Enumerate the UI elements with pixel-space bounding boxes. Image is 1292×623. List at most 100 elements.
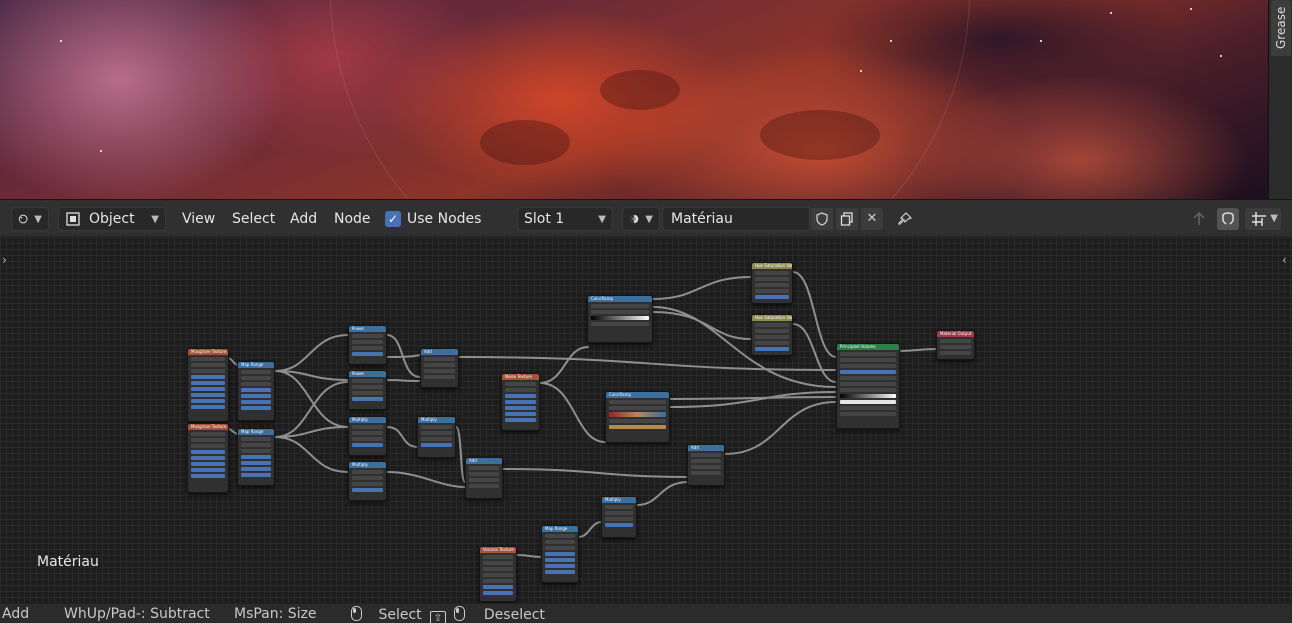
musgrave-texture-node[interactable]: Musgrave Texture (187, 423, 229, 493)
use-nodes-toggle[interactable]: ✓ Use Nodes (385, 207, 481, 231)
multiply-node[interactable]: Multiply (348, 416, 387, 456)
snap-icon[interactable] (1217, 208, 1239, 230)
close-icon[interactable]: ✕ (861, 208, 883, 230)
render-viewport[interactable] (0, 0, 1268, 199)
colorramp-node[interactable]: ColorRamp (587, 295, 653, 343)
voronoi-texture-node[interactable]: Voronoi Texture (479, 546, 517, 602)
overlay-icon[interactable]: ▼ (1245, 208, 1281, 230)
hue-saturation-value-node[interactable]: Hue Saturation Value (751, 314, 793, 356)
multiply-node[interactable]: Multiply (417, 416, 456, 458)
parent-node-tree-icon[interactable] (1188, 208, 1210, 230)
star (860, 70, 862, 72)
sidebar-tabs: Grease (1268, 0, 1292, 199)
material-name: Matériau (671, 211, 733, 227)
pin-icon[interactable] (894, 208, 916, 230)
multiply-node[interactable]: Multiply (348, 461, 387, 501)
menu-view[interactable]: View (176, 207, 221, 231)
star (1040, 40, 1042, 42)
shield-icon[interactable] (811, 208, 833, 230)
use-nodes-label: Use Nodes (407, 211, 482, 227)
chevron-down-icon: ▼ (598, 213, 606, 225)
nebula-shadow (600, 70, 680, 110)
node-title: Voronoi Texture (480, 547, 516, 553)
map-range-node[interactable]: Map Range (237, 428, 275, 486)
node-title: Principled Volume (837, 344, 899, 350)
node-title: Add (688, 445, 724, 451)
material-name-field[interactable]: Matériau (662, 207, 810, 231)
slot-dropdown[interactable]: Slot 1 ▼ (517, 207, 613, 231)
node-title: ColorRamp (588, 296, 652, 302)
chevron-down-icon: ▼ (151, 213, 159, 225)
material-sphere-icon (629, 214, 639, 224)
object-mode-dropdown[interactable]: Object ▼ (58, 207, 166, 231)
duplicate-icon[interactable] (836, 208, 858, 230)
star (100, 150, 102, 152)
node-editor-header: ▼ Object ▼ View Select Add Node ✓ Use No… (0, 199, 1292, 237)
node-title: Multiply (349, 417, 386, 423)
power-node[interactable]: Power (348, 370, 387, 410)
star (1220, 55, 1222, 57)
object-mode-label: Object (89, 211, 135, 227)
node-title: Musgrave Texture (188, 424, 228, 430)
menu-select[interactable]: Select (226, 207, 281, 231)
nebula-shadow (760, 110, 880, 160)
menu-node[interactable]: Node (328, 207, 377, 231)
hue-saturation-value-node[interactable]: Hue Saturation Value (751, 262, 793, 304)
node-title: Musgrave Texture (188, 349, 228, 355)
node-title: Noise Texture (502, 374, 539, 380)
status-deselect: ⇧ Deselect (430, 606, 545, 623)
principled-volume-node[interactable]: Principled Volume (836, 343, 900, 429)
chevron-down-icon: ▼ (1270, 213, 1278, 224)
node-title: Power (349, 326, 386, 332)
star (60, 40, 62, 42)
status-select: Select (351, 606, 422, 623)
material-browse-dropdown[interactable]: ▼ (622, 207, 660, 231)
status-wheel: WhUp/Pad-: Subtract (64, 606, 210, 622)
material-output-node[interactable]: Material Output (936, 330, 975, 360)
noise-texture-node[interactable]: Noise Texture (501, 373, 540, 431)
map-range-node[interactable]: Map Range (237, 361, 275, 421)
node-title: Hue Saturation Value (752, 263, 792, 269)
object-icon (66, 212, 80, 226)
node-title: Multiply (602, 497, 636, 503)
node-title: ColorRamp (606, 392, 669, 398)
status-add: Add (2, 606, 30, 622)
node-title: Material Output (937, 331, 974, 337)
node-title: Hue Saturation Value (752, 315, 792, 321)
shift-key-icon: ⇧ (430, 611, 446, 623)
status-bar: Add WhUp/Pad-: Subtract MsPan: Size Sele… (0, 603, 1292, 623)
node-title: Add (466, 458, 502, 464)
slot-label: Slot 1 (524, 211, 565, 227)
star (1110, 12, 1112, 14)
editor-type-dropdown[interactable]: ▼ (11, 207, 49, 231)
musgrave-texture-node[interactable]: Musgrave Texture (187, 348, 229, 422)
material-name-overlay: Matériau (37, 554, 99, 570)
add-node[interactable]: Add (465, 457, 503, 499)
node-title: Multiply (418, 417, 455, 423)
node-title: Map Range (238, 429, 274, 435)
sidebar-expand-icon[interactable]: ‹ (1282, 253, 1287, 267)
status-pan: MsPan: Size (234, 606, 317, 622)
tab-grease[interactable]: Grease (1271, 0, 1291, 56)
add-node[interactable]: Add (420, 348, 459, 388)
power-node[interactable]: Power (348, 325, 387, 365)
node-title: Map Range (542, 526, 578, 532)
colorramp-node[interactable]: ColorRamp (605, 391, 670, 443)
nebula-shadow (480, 120, 570, 165)
node-editor-canvas[interactable]: Musgrave Texture Musgrave Texture Map Ra… (0, 237, 1292, 603)
menu-add[interactable]: Add (284, 207, 323, 231)
mouse-left-icon (351, 606, 362, 621)
node-title: Power (349, 371, 386, 377)
multiply-node[interactable]: Multiply (601, 496, 637, 538)
star (1190, 8, 1192, 10)
node-editor-icon (18, 214, 28, 224)
add-node[interactable]: Add (687, 444, 725, 486)
chevron-down-icon: ▼ (645, 213, 653, 225)
map-range-node[interactable]: Map Range (541, 525, 579, 583)
chevron-down-icon: ▼ (34, 213, 42, 225)
checkmark-icon[interactable]: ✓ (385, 211, 401, 227)
node-title: Map Range (238, 362, 274, 368)
toolbar-expand-icon[interactable]: › (2, 253, 7, 267)
star (890, 40, 892, 42)
node-title: Multiply (349, 462, 386, 468)
